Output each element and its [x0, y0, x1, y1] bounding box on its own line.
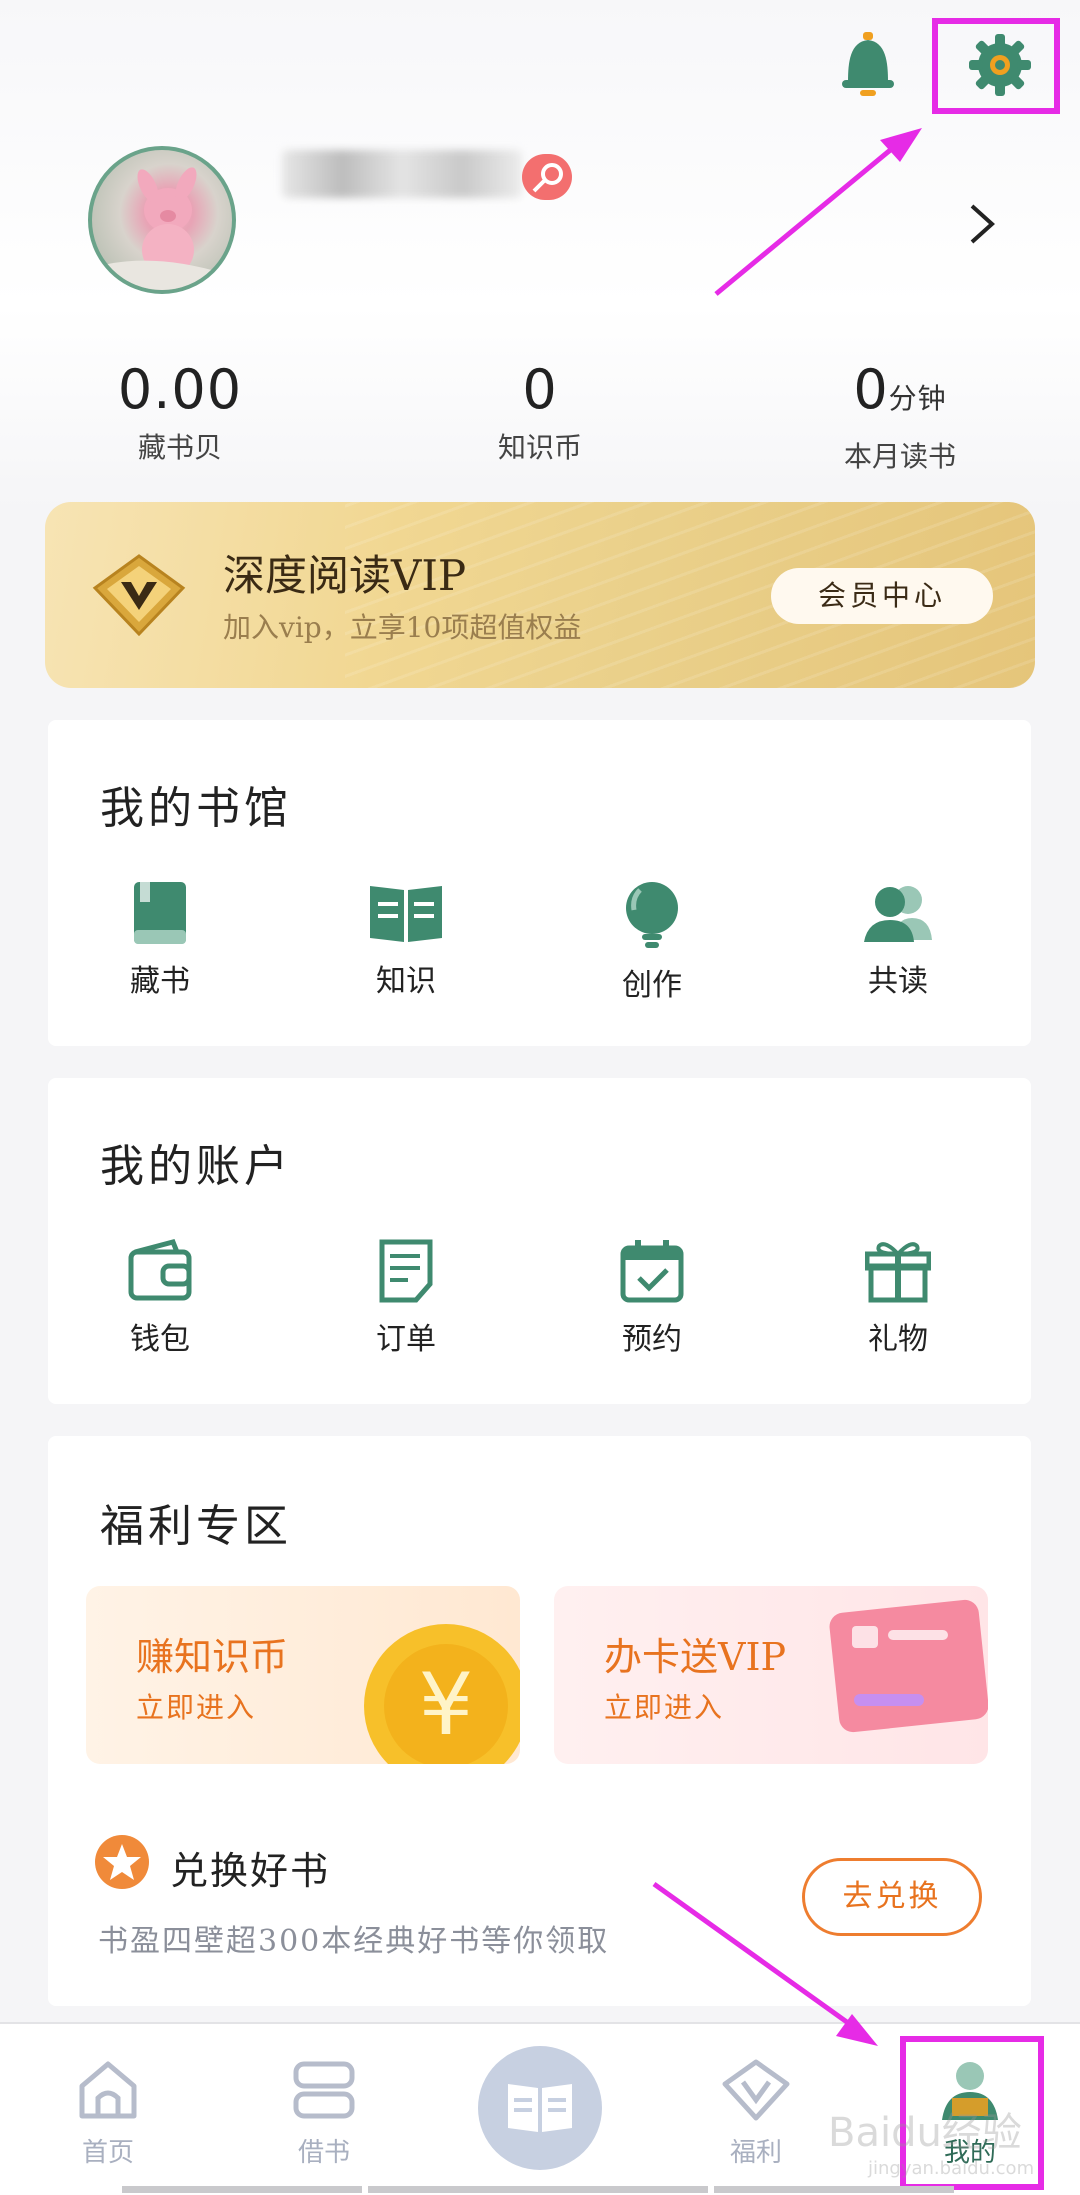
account-item-label: 预约 — [622, 1322, 682, 1357]
stat-zhishibi[interactable]: 0 知识币 — [460, 360, 620, 466]
account-card: 我的账户 钱包 订单 预约 礼物 — [48, 1078, 1031, 1404]
stack-icon — [293, 2061, 355, 2119]
watermark-text: Baidu经验 — [828, 2110, 1022, 2156]
account-item-label: 礼物 — [868, 1322, 928, 1357]
vip-subtitle: 加入vip，立享10项超值权益 — [223, 611, 582, 644]
library-item-chuangzuo[interactable]: 创作 — [592, 880, 712, 1004]
account-item-wallet[interactable]: 钱包 — [100, 1238, 220, 1358]
account-item-gifts[interactable]: 礼物 — [838, 1238, 958, 1358]
library-item-label: 创作 — [622, 968, 682, 1003]
user-badge — [522, 154, 572, 200]
welfare-title: 福利专区 — [100, 1501, 292, 1552]
credit-card-icon — [829, 1599, 988, 1733]
order-icon — [379, 1239, 433, 1303]
home-indicator-left — [122, 2186, 362, 2193]
book-icon — [134, 882, 186, 944]
library-item-zhishi[interactable]: 知识 — [346, 880, 466, 1000]
lightbulb-icon — [626, 882, 678, 948]
stat-label: 藏书贝 — [137, 431, 222, 464]
account-item-orders[interactable]: 订单 — [346, 1238, 466, 1358]
account-item-label: 订单 — [376, 1322, 436, 1357]
open-book-icon — [370, 886, 442, 942]
account-item-reservations[interactable]: 预约 — [592, 1238, 712, 1358]
watermark: Baidu经验 jingyan.baidu.com — [828, 2100, 1034, 2179]
watermark-sub: jingyan.baidu.com — [868, 2158, 1035, 2179]
stat-value: 0 — [522, 358, 558, 421]
key-badge-icon — [532, 163, 563, 193]
tab-welfare[interactable]: 福利 — [696, 2058, 816, 2169]
member-center-button[interactable]: 会员中心 — [771, 568, 993, 624]
gift-icon — [865, 1242, 931, 1303]
star-badge-icon — [95, 1835, 149, 1889]
promo-card-vip[interactable]: 办卡送VIP 立即进入 — [554, 1586, 988, 1764]
library-card: 我的书馆 藏书 知识 创作 共读 — [48, 720, 1031, 1046]
exchange-title: 兑换好书 — [170, 1849, 331, 1893]
promo-title: 赚知识币 — [136, 1635, 289, 1679]
home-indicator-center — [368, 2186, 708, 2193]
stat-unit: 分钟 — [888, 382, 947, 415]
vip-diamond-icon — [92, 554, 186, 637]
account-title: 我的账户 — [100, 1141, 292, 1192]
promo-subtitle: 立即进入 — [604, 1691, 725, 1724]
calendar-check-icon — [620, 1240, 684, 1303]
library-item-label: 共读 — [868, 964, 928, 999]
stat-label: 知识币 — [497, 431, 582, 464]
stat-monthly-reading[interactable]: 0分钟 本月读书 — [820, 360, 980, 475]
exchange-button[interactable]: 去兑换 — [802, 1858, 982, 1936]
users-icon — [864, 886, 932, 942]
promo-subtitle: 立即进入 — [136, 1691, 257, 1724]
settings-highlight-box — [932, 18, 1060, 114]
library-item-gongdu[interactable]: 共读 — [838, 880, 958, 1000]
wallet-icon — [128, 1239, 192, 1301]
stat-label: 本月读书 — [843, 440, 956, 473]
library-item-cangshu[interactable]: 藏书 — [100, 880, 220, 1000]
tab-borrow[interactable]: 借书 — [264, 2058, 384, 2169]
username-blurred — [282, 150, 522, 198]
svg-text:¥: ¥ — [419, 1655, 474, 1755]
avatar[interactable] — [88, 146, 236, 294]
library-item-label: 知识 — [376, 964, 436, 999]
tab-label: 首页 — [81, 2138, 134, 2168]
tab-home[interactable]: 首页 — [48, 2058, 168, 2169]
account-item-label: 钱包 — [130, 1322, 190, 1357]
home-indicator-right — [714, 2186, 954, 2193]
promo-earn-coins[interactable]: 赚知识币 立即进入 ¥ — [86, 1586, 520, 1764]
stat-value: 0 — [853, 358, 889, 421]
vip-title: 深度阅读VIP — [223, 551, 467, 600]
library-item-label: 藏书 — [130, 964, 190, 999]
home-icon — [79, 2061, 137, 2119]
avatar-image — [92, 167, 232, 290]
promo-title: 办卡送VIP — [604, 1635, 787, 1679]
tab-label: 借书 — [297, 2138, 350, 2168]
tab-reading-center[interactable] — [478, 2046, 602, 2170]
bell-icon — [842, 32, 894, 96]
diamond-v-icon — [722, 2059, 790, 2121]
book-open-icon — [508, 2084, 572, 2132]
yuan-coin-icon: ¥ — [364, 1624, 520, 1764]
stat-value: 0.00 — [117, 358, 243, 421]
notifications-button[interactable] — [838, 30, 898, 100]
stat-cangshubei[interactable]: 0.00 藏书贝 — [100, 360, 260, 466]
profile-chevron-right-icon[interactable] — [964, 200, 1000, 248]
exchange-subtitle: 书盈四壁超300本经典好书等你领取 — [98, 1924, 610, 1959]
library-title: 我的书馆 — [100, 783, 292, 834]
tab-label: 福利 — [729, 2138, 782, 2168]
vip-banner[interactable]: 深度阅读VIP 加入vip，立享10项超值权益 会员中心 — [45, 502, 1035, 688]
